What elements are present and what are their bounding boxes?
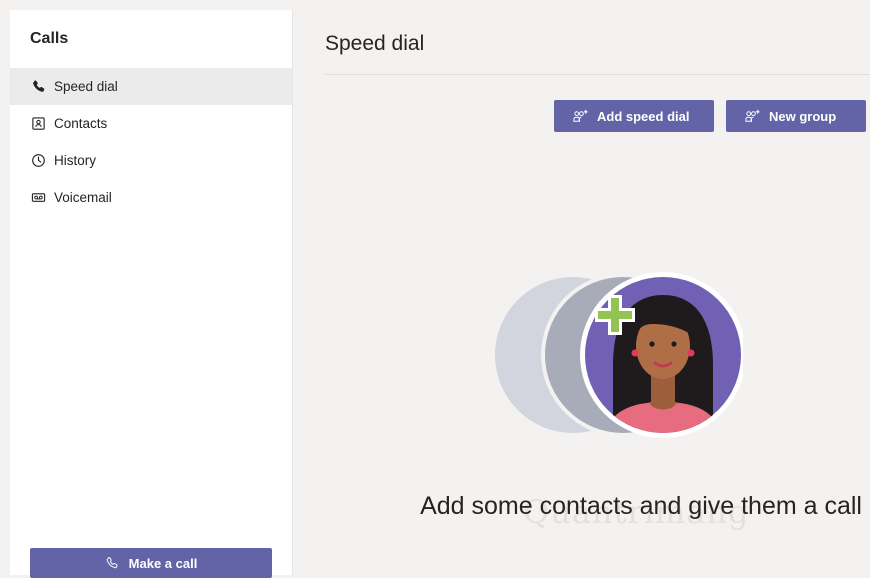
clock-icon	[30, 153, 46, 169]
phone-outline-icon	[106, 557, 118, 569]
make-call-label: Make a call	[128, 555, 198, 571]
add-group-icon	[745, 109, 760, 122]
new-group-button[interactable]: New group	[726, 100, 866, 132]
sidebar-item-label: Contacts	[54, 116, 108, 131]
add-people-icon	[573, 109, 588, 122]
main-panel: Speed dial Add speed dial New group Quan…	[293, 10, 870, 575]
page-title: Speed dial	[325, 32, 425, 55]
contacts-icon	[30, 116, 46, 132]
sidebar-item-voicemail[interactable]: Voicemail	[10, 179, 292, 216]
sidebar: Calls Speed dial Contacts History Voicem…	[10, 10, 293, 578]
sidebar-nav: Speed dial Contacts History Voicemail	[10, 68, 292, 216]
voicemail-icon	[30, 190, 46, 206]
sidebar-item-label: History	[54, 153, 97, 168]
sidebar-item-history[interactable]: History	[10, 142, 292, 179]
add-speed-dial-button[interactable]: Add speed dial	[554, 100, 714, 132]
sidebar-item-label: Voicemail	[54, 190, 112, 205]
sidebar-item-contacts[interactable]: Contacts	[10, 105, 292, 142]
make-call-button[interactable]: Make a call	[30, 548, 272, 578]
add-speed-dial-label: Add speed dial	[597, 108, 690, 124]
sidebar-title: Calls	[30, 30, 69, 47]
calls-app: Calls Speed dial Contacts History Voicem…	[10, 10, 870, 578]
header-divider	[325, 74, 870, 75]
speed-dial-illustration	[495, 272, 743, 438]
phone-icon	[30, 79, 46, 95]
new-group-label: New group	[769, 108, 837, 124]
sidebar-item-label: Speed dial	[54, 79, 118, 94]
empty-state-message: Add some contacts and give them a call	[420, 492, 862, 520]
sidebar-item-speed-dial[interactable]: Speed dial	[10, 68, 292, 105]
